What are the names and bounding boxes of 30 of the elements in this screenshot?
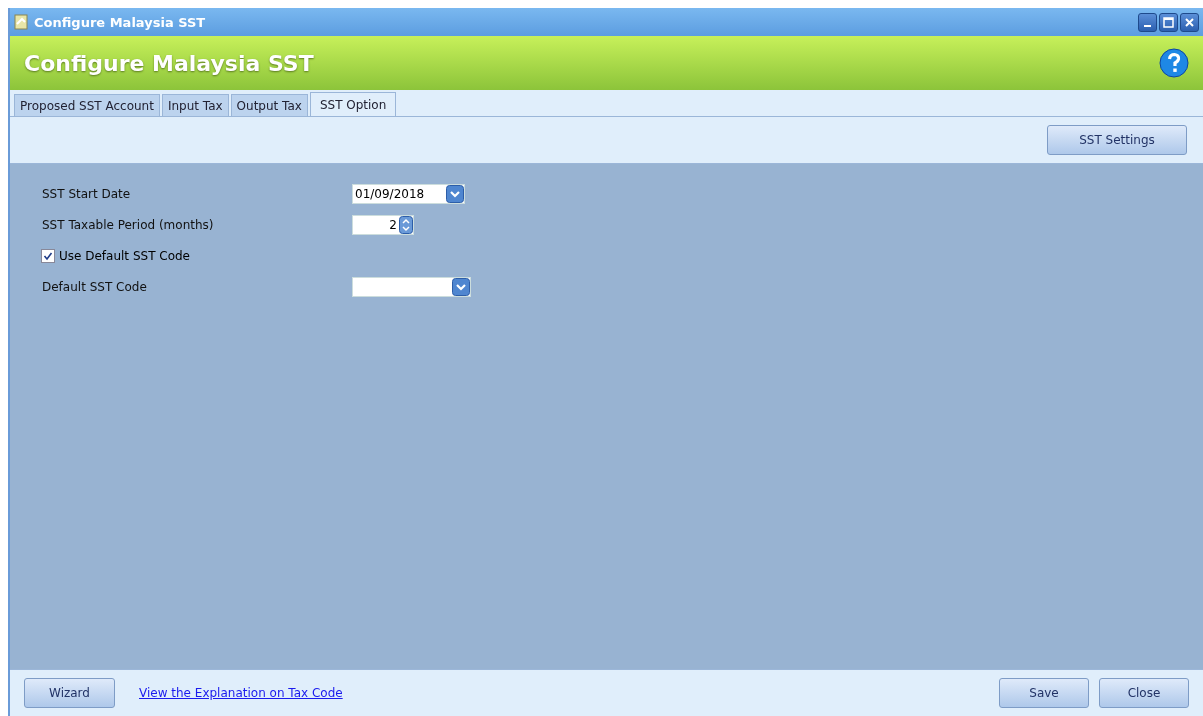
date-field[interactable]: 01/09/2018 <box>352 184 465 204</box>
settings-button[interactable]: SST Settings <box>1047 125 1187 155</box>
field-label: Default SST Code <box>42 280 148 294</box>
document-icon <box>14 14 28 30</box>
footer-button[interactable]: Save <box>999 678 1089 708</box>
dropdown-field[interactable] <box>352 277 471 297</box>
checkbox-label: Use Default SST Code <box>59 249 190 263</box>
maximize-button[interactable] <box>1159 12 1178 32</box>
checkbox[interactable] <box>41 249 55 263</box>
field-label: SST Start Date <box>42 187 132 201</box>
window-title: Configure Malaysia SST <box>34 14 207 30</box>
dropdown-icon[interactable] <box>452 278 470 296</box>
wizard-button[interactable]: Wizard <box>24 678 115 708</box>
tab[interactable]: Output Tax <box>230 94 308 116</box>
help-icon[interactable] <box>1159 48 1189 78</box>
field-label: SST Taxable Period (months) <box>42 218 215 232</box>
tab[interactable]: Proposed SST Account <box>14 94 160 116</box>
dropdown-icon[interactable] <box>446 185 464 203</box>
tab[interactable]: Input Tax <box>161 94 229 116</box>
spinner-icon[interactable] <box>399 216 413 234</box>
explanation-link[interactable]: View the Explanation on Tax Code <box>139 686 975 700</box>
number-field[interactable]: 2 <box>352 215 414 235</box>
minimize-icon <box>1144 24 1151 27</box>
minimize-button[interactable] <box>1138 12 1157 32</box>
maximize-icon <box>1163 16 1174 28</box>
footer-button[interactable]: Close <box>1099 678 1189 708</box>
close-icon <box>1185 17 1194 27</box>
header-title: Configure Malaysia SST <box>24 50 315 76</box>
close-button[interactable] <box>1180 12 1199 32</box>
tab[interactable]: SST Option <box>309 92 397 116</box>
